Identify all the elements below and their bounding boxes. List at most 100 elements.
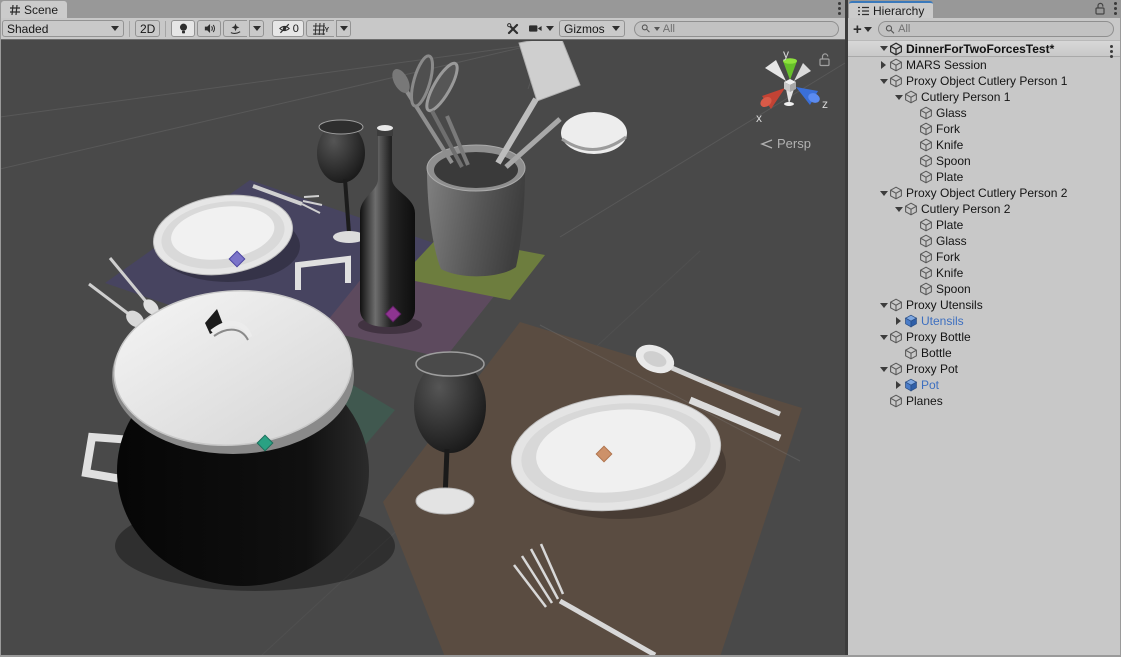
hierarchy-item-utensils[interactable]: Utensils <box>848 313 1121 329</box>
hierarchy-item-label: Knife <box>936 266 963 280</box>
hierarchy-item-plate[interactable]: Plate <box>848 169 1121 185</box>
gameobject-icon <box>919 138 933 152</box>
chevron-down-icon <box>546 26 554 31</box>
hierarchy-item-proxy-object-cutlery-person-1[interactable]: Proxy Object Cutlery Person 1 <box>848 73 1121 89</box>
scene-search-input[interactable] <box>663 23 832 35</box>
chevron-down-icon <box>340 26 348 31</box>
2d-toggle-button[interactable]: 2D <box>135 20 160 37</box>
scene-viewport[interactable]: y x z Persp <box>0 41 845 655</box>
hierarchy-item-planes[interactable]: Planes <box>848 393 1121 409</box>
search-filter-caret-icon[interactable] <box>654 27 660 31</box>
chevron-down-icon <box>612 26 620 31</box>
hierarchy-search-input[interactable] <box>898 23 1107 35</box>
hierarchy-item-spoon[interactable]: Spoon <box>848 153 1121 169</box>
lock-icon[interactable] <box>1094 2 1106 15</box>
scene-pane-menu-icon[interactable] <box>838 2 841 5</box>
lighting-toggle-button[interactable] <box>171 20 195 37</box>
hierarchy-item-proxy-pot[interactable]: Proxy Pot <box>848 361 1121 377</box>
hierarchy-item-label: Knife <box>936 138 963 152</box>
projection-label[interactable]: Persp <box>777 136 811 151</box>
camera-settings-button[interactable] <box>525 20 557 37</box>
hierarchy-item-label: Proxy Object Cutlery Person 2 <box>906 186 1067 200</box>
gameobject-icon <box>889 394 903 408</box>
axis-y-label: y <box>783 47 789 61</box>
expand-arrow[interactable] <box>878 79 889 84</box>
hierarchy-item-fork[interactable]: Fork <box>848 249 1121 265</box>
hierarchy-item-bottle[interactable]: Bottle <box>848 345 1121 361</box>
expand-arrow[interactable] <box>893 95 904 100</box>
scene-root-menu-icon[interactable] <box>1110 45 1113 48</box>
hierarchy-item-plate[interactable]: Plate <box>848 217 1121 233</box>
grid-dropdown-button[interactable] <box>336 20 351 37</box>
scene-root-row[interactable]: DinnerForTwoForcesTest* <box>848 40 1121 57</box>
gameobject-icon <box>919 250 933 264</box>
gameobject-icon <box>889 58 903 72</box>
hierarchy-item-proxy-utensils[interactable]: Proxy Utensils <box>848 297 1121 313</box>
hierarchy-item-pot[interactable]: Pot <box>848 377 1121 393</box>
hierarchy-item-glass[interactable]: Glass <box>848 105 1121 121</box>
scene-3d-render[interactable]: y x z Persp <box>0 41 845 655</box>
toolbar-separator <box>129 21 130 37</box>
add-gameobject-button[interactable]: + <box>851 21 874 38</box>
draw-mode-dropdown[interactable]: Shaded <box>2 20 124 37</box>
hierarchy-item-spoon[interactable]: Spoon <box>848 281 1121 297</box>
component-tools-button[interactable] <box>503 20 523 37</box>
hierarchy-pane-menu-icon[interactable] <box>1114 2 1117 5</box>
hierarchy-item-proxy-object-cutlery-person-2[interactable]: Proxy Object Cutlery Person 2 <box>848 185 1121 201</box>
expand-arrow[interactable] <box>878 367 889 372</box>
gameobject-icon <box>889 330 903 344</box>
chevron-down-icon <box>253 26 261 31</box>
hierarchy-item-proxy-bottle[interactable]: Proxy Bottle <box>848 329 1121 345</box>
hierarchy-item-cutlery-person-2[interactable]: Cutlery Person 2 <box>848 201 1121 217</box>
hierarchy-item-label: Bottle <box>921 346 952 360</box>
grid-axis-label: Y <box>325 27 330 36</box>
gameobject-icon <box>919 106 933 120</box>
grid-tab-icon <box>10 5 20 15</box>
hierarchy-pane: Hierarchy + <box>848 0 1121 657</box>
hierarchy-item-label: Spoon <box>936 282 971 296</box>
gameobject-icon <box>919 234 933 248</box>
hierarchy-item-knife[interactable]: Knife <box>848 137 1121 153</box>
hierarchy-item-label: Plate <box>936 218 963 232</box>
hierarchy-item-label: Planes <box>906 394 943 408</box>
expand-arrow[interactable] <box>878 46 889 51</box>
tab-scene[interactable]: Scene <box>1 1 67 18</box>
effects-toggle-button[interactable] <box>223 20 247 37</box>
expand-arrow[interactable] <box>893 381 904 389</box>
visibility-toggle-button[interactable]: 0 <box>272 20 304 37</box>
gameobject-icon <box>904 346 918 360</box>
effects-dropdown-button[interactable] <box>249 20 264 37</box>
chevron-down-icon <box>864 27 872 32</box>
tab-hierarchy[interactable]: Hierarchy <box>849 1 933 18</box>
hierarchy-tab-bar: Hierarchy <box>848 0 1121 18</box>
gizmos-label: Gizmos <box>564 22 605 36</box>
unity-editor-window: Scene Shaded 2D <box>0 0 1121 657</box>
hierarchy-item-mars-session[interactable]: MARS Session <box>848 57 1121 73</box>
gameobject-icon <box>889 74 903 88</box>
hierarchy-item-glass[interactable]: Glass <box>848 233 1121 249</box>
expand-arrow[interactable] <box>878 61 889 69</box>
expand-arrow[interactable] <box>878 191 889 196</box>
hierarchy-item-label: Glass <box>936 106 967 120</box>
grid-visibility-button[interactable]: Y <box>306 20 334 37</box>
hierarchy-item-label: Proxy Utensils <box>906 298 983 312</box>
hierarchy-item-label: Proxy Pot <box>906 362 958 376</box>
hierarchy-tab-label: Hierarchy <box>873 4 924 18</box>
scene-tab-bar: Scene <box>0 0 845 18</box>
expand-arrow[interactable] <box>878 303 889 308</box>
hierarchy-item-knife[interactable]: Knife <box>848 265 1121 281</box>
gizmos-dropdown[interactable]: Gizmos <box>559 20 625 37</box>
audio-toggle-button[interactable] <box>197 20 221 37</box>
prefab-icon <box>904 314 918 328</box>
hierarchy-item-cutlery-person-1[interactable]: Cutlery Person 1 <box>848 89 1121 105</box>
hierarchy-search-field <box>878 21 1114 37</box>
pane-divider[interactable] <box>845 0 848 657</box>
effects-icon <box>229 22 242 35</box>
gameobject-icon <box>919 282 933 296</box>
chevron-down-icon <box>111 26 119 31</box>
expand-arrow[interactable] <box>893 207 904 212</box>
grid-icon <box>313 23 325 35</box>
expand-arrow[interactable] <box>878 335 889 340</box>
hierarchy-item-fork[interactable]: Fork <box>848 121 1121 137</box>
expand-arrow[interactable] <box>893 317 904 325</box>
